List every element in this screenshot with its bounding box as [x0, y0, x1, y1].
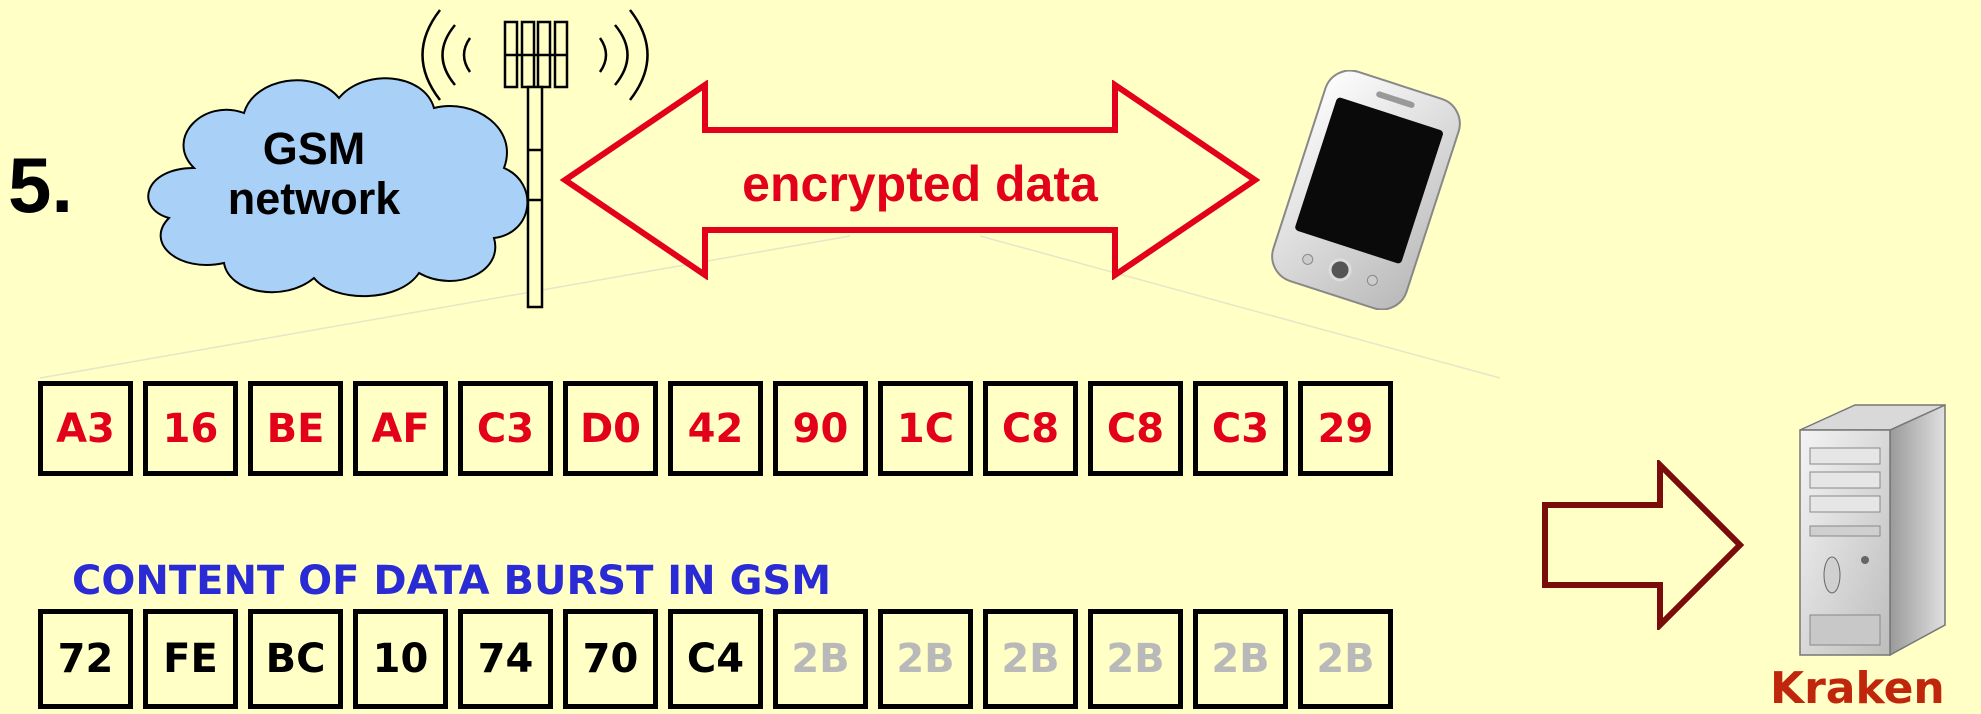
- encrypted-byte-box: C3: [1193, 381, 1288, 476]
- encrypted-byte-box: D0: [563, 381, 658, 476]
- padding-byte-box: 2B: [1088, 609, 1183, 709]
- encrypted-bytes-row: A3 16 BE AF C3 D0 42 90 1C C8 C8 C3 29: [38, 381, 1393, 476]
- plaintext-byte-box: 70: [563, 609, 658, 709]
- padding-byte-box: 2B: [1298, 609, 1393, 709]
- encrypted-byte-box: BE: [248, 381, 343, 476]
- plaintext-byte-box: BC: [248, 609, 343, 709]
- plaintext-byte-box: FE: [143, 609, 238, 709]
- plaintext-byte-box: C4: [668, 609, 763, 709]
- plaintext-byte-box: 74: [458, 609, 553, 709]
- arrow-label: encrypted data: [742, 156, 1098, 212]
- encrypted-byte-box: C8: [983, 381, 1078, 476]
- padding-byte-box: 2B: [878, 609, 973, 709]
- encrypted-byte-box: 1C: [878, 381, 973, 476]
- padding-byte-box: 2B: [983, 609, 1078, 709]
- step-number: 5.: [8, 141, 74, 229]
- padding-byte-box: 2B: [1193, 609, 1288, 709]
- encrypted-byte-box: 42: [668, 381, 763, 476]
- smartphone-icon: [1271, 70, 1461, 310]
- encrypted-byte-box: AF: [353, 381, 448, 476]
- right-arrow-icon: [1542, 460, 1745, 630]
- encrypted-byte-box: C8: [1088, 381, 1183, 476]
- encrypted-byte-box: 90: [773, 381, 868, 476]
- plaintext-bytes-row: 72 FE BC 10 74 70 C4 2B 2B 2B 2B 2B 2B: [38, 609, 1393, 709]
- encrypted-byte-box: 29: [1298, 381, 1393, 476]
- encrypted-byte-box: 16: [143, 381, 238, 476]
- encrypted-byte-box: A3: [38, 381, 133, 476]
- burst-caption: CONTENT OF DATA BURST IN GSM: [72, 558, 832, 604]
- plaintext-byte-box: 72: [38, 609, 133, 709]
- padding-byte-box: 2B: [773, 609, 868, 709]
- kraken-label: Kraken: [1770, 663, 1945, 714]
- plaintext-byte-box: 10: [353, 609, 448, 709]
- encrypted-byte-box: C3: [458, 381, 553, 476]
- server-icon: [1799, 403, 1946, 657]
